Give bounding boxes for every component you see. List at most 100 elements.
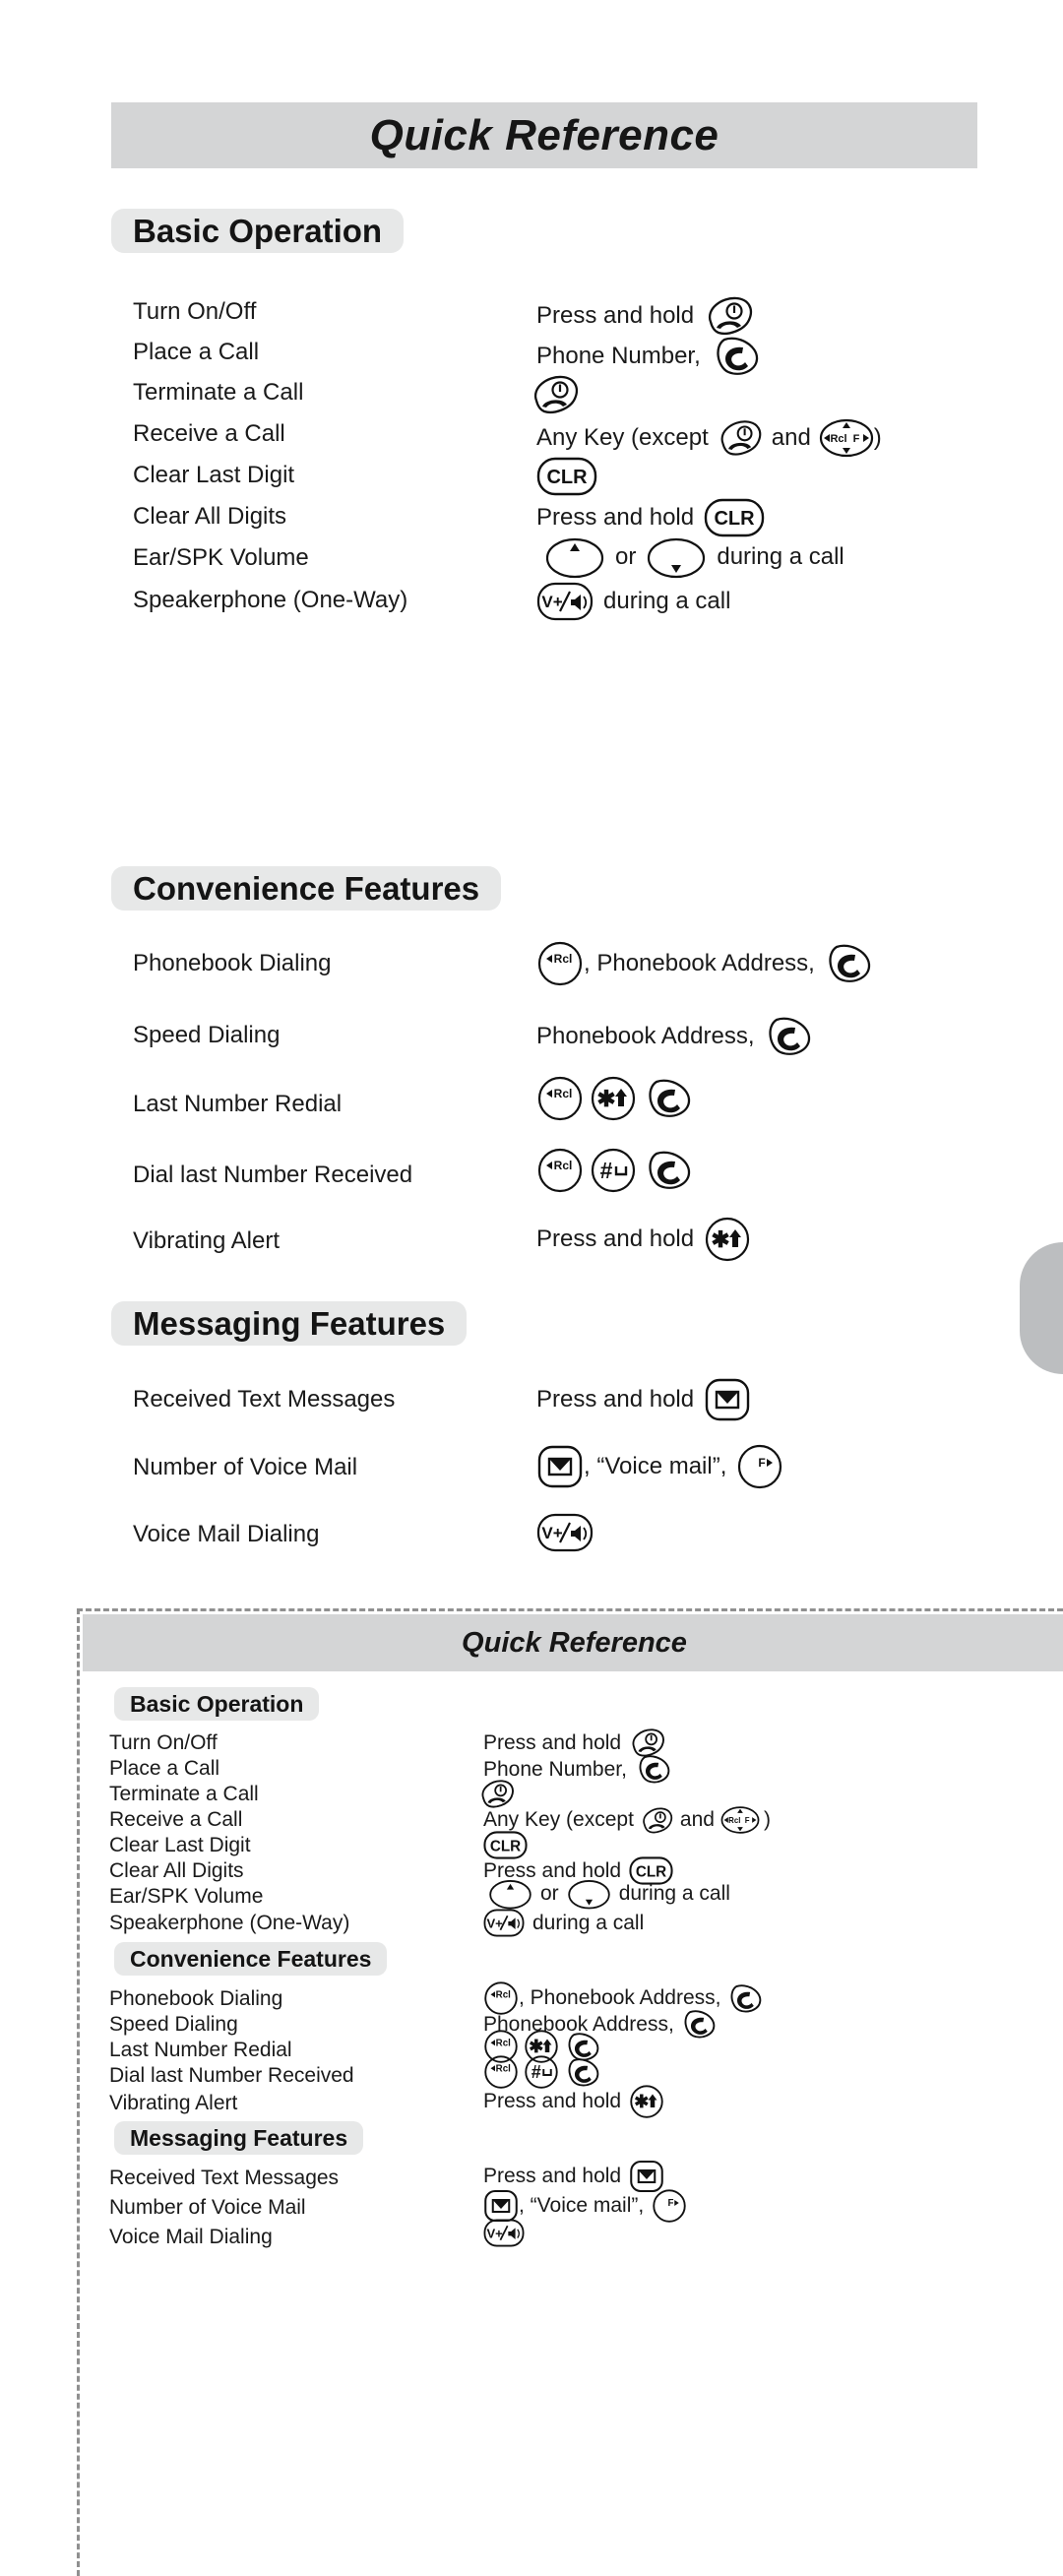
send-key-icon[interactable]	[763, 1016, 814, 1057]
clr-key-icon[interactable]: CLR	[704, 497, 765, 538]
row-label: Voice Mail Dialing	[109, 2226, 273, 2248]
table-row: Turn On/Off	[133, 298, 256, 326]
volume-down-key-icon[interactable]	[646, 534, 707, 580]
table-row: Place a Call	[109, 1757, 219, 1781]
row-label: Phonebook Dialing	[133, 950, 332, 976]
row-label: Dial last Number Received	[109, 2064, 354, 2087]
svg-text:✱: ✱	[634, 2092, 649, 2111]
row-value-text: Phone Number,	[536, 343, 701, 369]
row-value-text: Any Key (except	[483, 1808, 634, 1831]
table-row: Last Number Redial	[133, 1091, 342, 1118]
navigation-key-icon[interactable]: Rcl F	[720, 1805, 760, 1835]
svg-text:F: F	[852, 433, 859, 445]
send-key-icon[interactable]	[680, 2009, 718, 2040]
svg-text:V+: V+	[541, 593, 562, 611]
row-value: Press and hold	[536, 1376, 751, 1423]
end-key-icon[interactable]	[530, 374, 581, 415]
row-label: Received Text Messages	[133, 1386, 396, 1413]
message-key-icon[interactable]	[704, 1376, 751, 1423]
star-shift-key-icon[interactable]: ✱	[704, 1216, 751, 1263]
section-heading-label: Basic Operation	[130, 1690, 304, 1717]
recall-key-icon[interactable]: Rcl	[536, 940, 584, 987]
speakerphone-key-icon[interactable]: V+	[483, 1908, 525, 1938]
star-shift-key-icon[interactable]: ✱	[590, 1075, 637, 1122]
table-row: Clear All Digits	[133, 503, 286, 531]
section-heading-basic-operation: Basic Operation	[111, 209, 405, 253]
table-row: Number of Voice Mail	[109, 2196, 306, 2220]
svg-text:V+: V+	[541, 1524, 562, 1542]
message-key-icon[interactable]	[536, 1443, 584, 1490]
send-key-icon[interactable]	[643, 1078, 694, 1119]
send-key-icon[interactable]	[564, 2057, 601, 2088]
row-label: Dial last Number Received	[133, 1162, 413, 1188]
row-label: Ear/SPK Volume	[133, 544, 309, 571]
row-label: Ear/SPK Volume	[109, 1885, 264, 1908]
recall-key-icon[interactable]: Rcl	[536, 1147, 584, 1194]
f-key-icon[interactable]: F	[736, 1443, 783, 1490]
row-label: Place a Call	[133, 339, 260, 365]
send-key-icon[interactable]	[823, 943, 874, 984]
volume-up-key-icon[interactable]	[544, 534, 605, 580]
during-a-call-text: during a call	[618, 1882, 730, 1905]
row-value: Press and hold ✱	[536, 1216, 751, 1263]
speakerphone-key-icon[interactable]: V+	[536, 1512, 594, 1553]
quick-reference-card-large: Quick Reference Basic Operation Turn On/…	[0, 0, 1063, 1595]
send-key-icon[interactable]	[643, 1150, 694, 1191]
row-value: or during a call	[544, 534, 844, 580]
row-label: Receive a Call	[109, 1808, 243, 1831]
section-heading-convenience-features-small: Convenience Features	[114, 1942, 388, 1976]
row-label: Clear Last Digit	[133, 462, 295, 488]
table-row: Voice Mail Dialing	[109, 2226, 273, 2249]
table-row: Voice Mail Dialing	[133, 1521, 319, 1548]
send-key-icon[interactable]	[726, 1983, 764, 2014]
voice-mail-quoted-text: , “Voice mail”,	[519, 2194, 645, 2217]
table-row: Terminate a Call	[109, 1783, 259, 1806]
row-value: Press and hold CLR	[536, 497, 765, 538]
svg-text:✱: ✱	[596, 1086, 615, 1111]
end-key-icon[interactable]	[640, 1806, 674, 1835]
volume-down-key-icon[interactable]	[567, 1877, 611, 1911]
svg-text:CLR: CLR	[490, 1838, 521, 1854]
speakerphone-key-icon[interactable]: V+	[536, 581, 594, 622]
svg-text:CLR: CLR	[546, 467, 588, 488]
navigation-key-icon[interactable]: Rcl F	[819, 417, 874, 459]
row-label: Speed Dialing	[109, 2013, 238, 2036]
pound-space-key-icon[interactable]: #	[590, 1147, 637, 1194]
row-value: Press and hold	[536, 295, 755, 337]
row-value: Rcl , Phonebook Address,	[536, 940, 874, 987]
table-row: Clear Last Digit	[109, 1834, 251, 1857]
row-value: V+ during a call	[536, 581, 730, 622]
svg-text:Rcl: Rcl	[554, 952, 573, 966]
row-value-text: Press and hold	[483, 2165, 622, 2187]
end-key-icon[interactable]	[704, 295, 755, 337]
table-row: Speakerphone (One-Way)	[133, 587, 407, 614]
voice-mail-quoted-text: , “Voice mail”,	[584, 1453, 727, 1479]
section-heading-convenience-features: Convenience Features	[111, 866, 502, 911]
speakerphone-key-icon[interactable]: V+	[483, 2218, 525, 2248]
send-key-icon[interactable]	[711, 336, 762, 377]
table-row: Phonebook Dialing	[133, 950, 331, 977]
row-value: , “Voice mail”, F	[536, 1443, 783, 1490]
conjunction-or: or	[540, 1882, 559, 1905]
table-row: Ear/SPK Volume	[109, 1885, 263, 1909]
row-value-text: Press and hold	[483, 2090, 622, 2112]
row-label: Receive a Call	[133, 420, 285, 447]
row-label: Turn On/Off	[109, 1731, 218, 1754]
send-key-icon[interactable]	[635, 1754, 672, 1785]
row-label: Speed Dialing	[133, 1022, 281, 1048]
clr-key-icon[interactable]: CLR	[536, 456, 597, 497]
phonebook-address-text: , Phonebook Address,	[519, 1986, 721, 2009]
f-key-icon[interactable]: F	[652, 2188, 687, 2224]
svg-text:#: #	[600, 1158, 613, 1183]
volume-up-key-icon[interactable]	[488, 1877, 532, 1911]
table-row: Place a Call	[133, 339, 259, 366]
during-a-call-text: during a call	[717, 543, 844, 570]
page-title-bar: Quick Reference	[111, 102, 977, 168]
page-title: Quick Reference	[369, 110, 719, 159]
recall-key-icon[interactable]: Rcl	[536, 1075, 584, 1122]
star-shift-key-icon[interactable]: ✱	[629, 2084, 664, 2119]
row-value-text: Press and hold	[536, 1225, 695, 1252]
row-value-text: Press and hold	[536, 302, 695, 329]
row-value: Phonebook Address,	[536, 1016, 814, 1057]
end-key-icon[interactable]	[717, 418, 764, 458]
